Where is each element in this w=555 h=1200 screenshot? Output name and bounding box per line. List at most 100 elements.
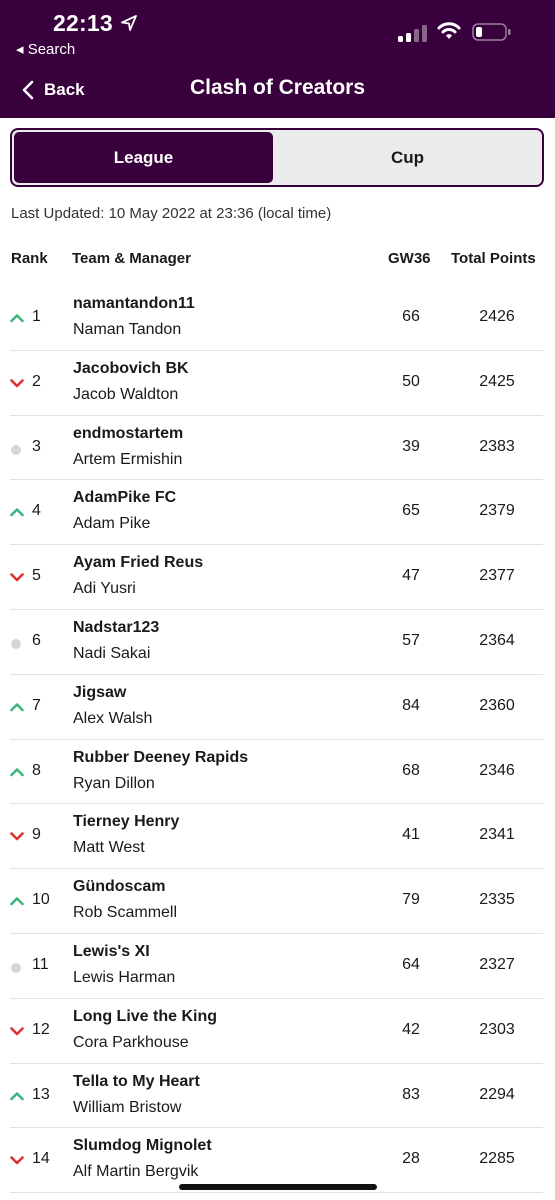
rank-up-icon	[10, 767, 24, 776]
rank-number: 12	[32, 1020, 50, 1038]
gameweek-points: 41	[402, 826, 420, 844]
total-points: 2327	[479, 955, 515, 973]
total-points: 2383	[479, 437, 515, 455]
team-name[interactable]: Slumdog Mignolet	[73, 1137, 212, 1155]
total-points: 2346	[479, 761, 515, 779]
rank-number: 4	[32, 502, 41, 520]
total-points: 2377	[479, 567, 515, 585]
team-name[interactable]: Gündoscam	[73, 878, 165, 896]
total-points: 2294	[479, 1085, 515, 1103]
total-points: 2285	[479, 1150, 515, 1168]
table-row[interactable]: 2 Jacobovich BK Jacob Waldton 50 2425	[10, 351, 543, 416]
rank-same-icon	[11, 638, 21, 649]
gameweek-points: 83	[402, 1085, 420, 1103]
battery-icon	[472, 23, 511, 41]
team-name[interactable]: AdamPike FC	[73, 489, 176, 507]
league-cup-toggle: League Cup	[10, 128, 544, 187]
manager-name: Cora Parkhouse	[73, 1033, 189, 1051]
wifi-icon	[437, 22, 461, 39]
gameweek-points: 68	[402, 761, 420, 779]
team-name[interactable]: Jacobovich BK	[73, 360, 189, 378]
table-row[interactable]: 4 AdamPike FC Adam Pike 65 2379	[10, 480, 543, 546]
standings-list: 1 namantandon11 Naman Tandon 66 2426 2 Jacobov…	[0, 286, 555, 1194]
rank-down-icon	[10, 1026, 24, 1036]
table-row[interactable]: 5 Ayam Fried Reus Adi Yusri 47 2377	[10, 545, 543, 610]
team-name[interactable]: namantandon11	[73, 295, 195, 313]
gameweek-points: 79	[402, 891, 420, 909]
rank-number: 6	[32, 631, 41, 649]
team-name[interactable]: Rubber Deeney Rapids	[73, 749, 248, 767]
column-header-rank: Rank	[11, 250, 48, 267]
rank-down-icon	[10, 1156, 24, 1165]
table-row[interactable]: 9 Tierney Henry Matt West 41 2341	[10, 804, 543, 870]
table-row[interactable]: 3 endmostartem Artem Ermishin 39 2383	[10, 416, 543, 481]
manager-name: Adam Pike	[73, 515, 151, 533]
tab-league[interactable]: League	[14, 132, 273, 183]
team-name[interactable]: Jigsaw	[73, 684, 126, 702]
total-points: 2360	[479, 696, 515, 714]
rank-number: 7	[32, 696, 41, 714]
manager-name: Nadi Sakai	[73, 644, 151, 662]
cellular-signal-icon	[398, 24, 428, 42]
rank-number: 3	[32, 437, 41, 455]
rank-down-icon	[10, 378, 24, 388]
team-name[interactable]: Ayam Fried Reus	[73, 554, 203, 572]
manager-name: William Bristow	[73, 1098, 182, 1116]
rank-down-icon	[10, 832, 24, 841]
table-row[interactable]: 12 Long Live the King Cora Parkhouse 42 2303	[10, 999, 543, 1064]
total-points: 2426	[479, 308, 515, 325]
total-points: 2364	[479, 631, 515, 649]
total-points: 2341	[479, 826, 515, 844]
team-name[interactable]: endmostartem	[73, 425, 183, 443]
gameweek-points: 28	[402, 1150, 420, 1168]
total-points: 2425	[479, 372, 515, 390]
manager-name: Alex Walsh	[73, 709, 153, 727]
table-row[interactable]: 8 Rubber Deeney Rapids Ryan Dillon 68 2346	[10, 740, 543, 805]
manager-name: Artem Ermishin	[73, 450, 183, 468]
manager-name: Rob Scammell	[73, 904, 178, 922]
last-updated-text: Last Updated: 10 May 2022 at 23:36 (loca…	[11, 205, 332, 222]
rank-up-icon	[10, 314, 24, 323]
page-title: Clash of Creators	[189, 76, 366, 99]
team-name[interactable]: Long Live the King	[73, 1008, 217, 1026]
manager-name: Jacob Waldton	[73, 385, 179, 403]
rank-number: 14	[32, 1150, 50, 1168]
total-points: 2379	[479, 502, 515, 520]
app-header: 22:13 ◂ Search Back Clash of Creators	[0, 0, 555, 118]
column-header-total: Total Points	[451, 250, 536, 267]
gameweek-points: 42	[402, 1020, 420, 1038]
table-row[interactable]: 13 Tella to My Heart William Bristow 83 2294	[10, 1064, 543, 1129]
manager-name: Matt West	[73, 839, 145, 857]
team-name[interactable]: Nadstar123	[73, 619, 159, 637]
rank-same-icon	[11, 444, 21, 455]
tab-cup[interactable]: Cup	[275, 132, 540, 183]
table-row[interactable]: 10 Gündoscam Rob Scammell 79 2335	[10, 869, 543, 934]
column-header-team: Team & Manager	[72, 250, 191, 267]
rank-down-icon	[10, 573, 24, 582]
rank-same-icon	[11, 962, 21, 973]
rank-up-icon	[10, 897, 24, 906]
rank-number: 11	[32, 955, 49, 973]
column-header-gw: GW36	[388, 250, 431, 267]
manager-name: Adi Yusri	[73, 580, 136, 598]
gameweek-points: 64	[402, 955, 420, 973]
team-name[interactable]: Lewis's XI	[73, 943, 150, 961]
table-row[interactable]: 11 Lewis's XI Lewis Harman 64 2327	[10, 934, 543, 999]
rank-number: 1	[32, 308, 41, 325]
manager-name: Naman Tandon	[73, 321, 182, 338]
team-name[interactable]: Tierney Henry	[73, 813, 179, 831]
table-row[interactable]: 1 namantandon11 Naman Tandon 66 2426	[10, 286, 543, 351]
manager-name: Alf Martin Bergvik	[73, 1163, 199, 1181]
status-time: 22:13	[53, 10, 113, 36]
manager-name: Lewis Harman	[73, 968, 176, 986]
table-row[interactable]: 6 Nadstar123 Nadi Sakai 57 2364	[10, 610, 543, 675]
gameweek-points: 50	[402, 372, 420, 390]
gameweek-points: 47	[402, 567, 420, 585]
gameweek-points: 57	[402, 631, 420, 649]
table-row[interactable]: 7 Jigsaw Alex Walsh 84 2360	[10, 675, 543, 740]
gameweek-points: 39	[402, 437, 420, 455]
table-header: Rank Team & Manager GW36 Total Points	[0, 250, 555, 274]
team-name[interactable]: Tella to My Heart	[73, 1073, 200, 1091]
back-to-search-link[interactable]: ◂ Search	[16, 40, 75, 58]
rank-number: 5	[32, 567, 41, 585]
